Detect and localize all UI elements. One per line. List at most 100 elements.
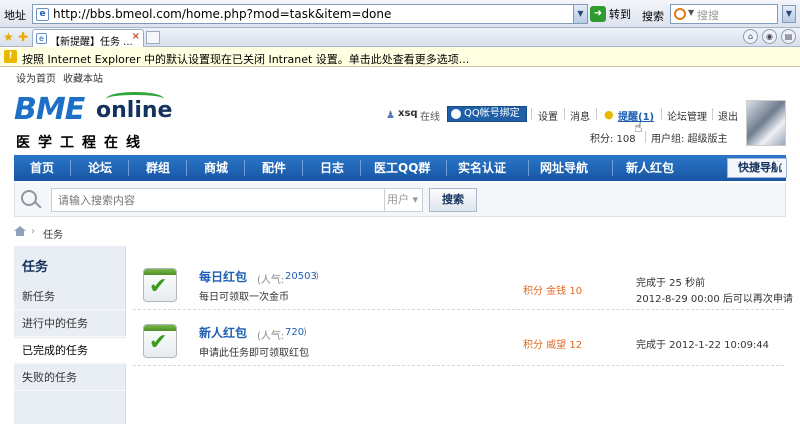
divider bbox=[661, 108, 662, 120]
url-field[interactable]: e http://bbs.bmeol.com/home.php?mod=task… bbox=[32, 4, 588, 24]
browser-tab-active[interactable]: e 【新提醒】任务 ... × bbox=[32, 29, 144, 48]
home-icon[interactable] bbox=[14, 226, 26, 236]
main-nav: 首页 论坛 群组 商城 配件 日志 医工QQ群 实名认证 网址导航 新人红包 快… bbox=[14, 155, 787, 181]
logout-link[interactable]: 退出 bbox=[718, 108, 738, 123]
task-name-link[interactable]: 每日红包 bbox=[199, 268, 247, 285]
nav-item-blog[interactable]: 日志 bbox=[320, 155, 344, 181]
set-homepage-link[interactable]: 设为首页 bbox=[16, 74, 56, 85]
logo-online: online bbox=[96, 98, 173, 123]
divider bbox=[712, 108, 713, 120]
task-row: ✔ 每日红包 (人气: 20503 ) 每日可领取一次金币 积分 金钱 10 完… bbox=[133, 262, 793, 310]
task-sidebar: 任务 新任务 进行中的任务 已完成的任务 失败的任务 bbox=[14, 246, 127, 424]
bookmark-site-link[interactable]: 收藏本站 bbox=[63, 74, 103, 85]
checkmark-icon: ✔ bbox=[149, 274, 168, 299]
task-reward: 积分 威望 12 bbox=[523, 340, 583, 351]
popularity-end: ) bbox=[315, 271, 319, 282]
search-button[interactable]: 搜索 bbox=[429, 188, 477, 212]
task-status: 完成于 2012-1-22 10:09:44 bbox=[636, 340, 770, 351]
browser-search-dropdown[interactable]: ▼ bbox=[782, 5, 796, 23]
divider bbox=[645, 131, 646, 143]
nav-item-qq-group[interactable]: 医工QQ群 bbox=[374, 155, 430, 181]
nav-divider bbox=[244, 160, 245, 176]
home-icon[interactable]: ⌂ bbox=[743, 29, 758, 44]
nav-item-red-packet[interactable]: 新人红包 bbox=[626, 155, 674, 181]
popularity-value: 20503 bbox=[285, 271, 317, 282]
new-tab-button[interactable] bbox=[146, 31, 160, 44]
user-icon: ♟ bbox=[386, 110, 395, 121]
nav-divider bbox=[446, 160, 447, 176]
search-input[interactable] bbox=[51, 188, 385, 212]
print-icon[interactable]: ▤ bbox=[781, 29, 796, 44]
nav-item-sites[interactable]: 网址导航 bbox=[540, 155, 588, 181]
qq-bind-button[interactable]: QQ帐号绑定 bbox=[447, 106, 527, 122]
logo-brand: BME bbox=[14, 92, 85, 127]
popularity-label: (人气: bbox=[257, 275, 285, 286]
sidebar-item-failed[interactable]: 失败的任务 bbox=[14, 365, 126, 391]
sidebar-item-in-progress[interactable]: 进行中的任务 bbox=[14, 311, 126, 337]
qq-icon bbox=[451, 109, 461, 119]
nav-divider bbox=[360, 160, 361, 176]
forum-admin-link[interactable]: 论坛管理 bbox=[667, 108, 707, 123]
username-link[interactable]: xsq bbox=[398, 108, 418, 122]
site-search-bar: 用户 ▾ 搜索 bbox=[14, 183, 786, 217]
divider bbox=[564, 108, 565, 120]
online-status: 在线 bbox=[420, 112, 440, 123]
popularity-end: ) bbox=[303, 327, 307, 338]
chevron-down-icon[interactable]: ▼ bbox=[775, 160, 781, 169]
task-complete-icon: ✔ bbox=[143, 268, 177, 302]
nav-item-home[interactable]: 首页 bbox=[30, 155, 54, 181]
task-name-link[interactable]: 新人红包 bbox=[199, 324, 247, 341]
divider bbox=[596, 108, 597, 120]
nav-item-groups[interactable]: 群组 bbox=[146, 155, 170, 181]
user-points: 积分: 108 bbox=[590, 134, 636, 145]
settings-link[interactable]: 设置 bbox=[538, 108, 558, 123]
nav-item-shop[interactable]: 商城 bbox=[204, 155, 228, 181]
checkmark-icon: ✔ bbox=[149, 330, 168, 355]
search-label: 搜索 bbox=[642, 10, 664, 23]
browser-search-input[interactable]: ▼ 搜搜 bbox=[670, 4, 778, 24]
address-label: 地址 bbox=[4, 9, 26, 22]
messages-link[interactable]: 消息 bbox=[570, 108, 590, 123]
chevron-down-icon: ▾ bbox=[412, 193, 419, 206]
breadcrumb-separator: › bbox=[31, 226, 35, 237]
divider bbox=[531, 108, 532, 120]
arrow-right-icon: ➜ bbox=[590, 6, 606, 22]
hand-cursor-icon: ☝ bbox=[634, 120, 643, 136]
nav-item-forum[interactable]: 论坛 bbox=[88, 155, 112, 181]
task-status-detail: 2012-8-29 00:00 后可以再次申请 bbox=[636, 294, 793, 305]
top-links: 设为首页 收藏本站 bbox=[16, 70, 110, 85]
avatar[interactable] bbox=[746, 100, 786, 146]
popularity-label: (人气: bbox=[257, 331, 285, 342]
go-button[interactable]: ➜ 转到 bbox=[590, 5, 631, 23]
task-row: ✔ 新人红包 (人气: 720 ) 申请此任务即可领取红包 积分 威望 12 完… bbox=[133, 318, 784, 366]
sidebar-item-completed[interactable]: 已完成的任务 bbox=[14, 338, 127, 364]
feeds-icon[interactable]: ◉ bbox=[762, 29, 777, 44]
site-logo[interactable]: BME online 医学工程在线 bbox=[14, 92, 174, 151]
page-favicon-icon: e bbox=[36, 8, 49, 21]
info-icon: ! bbox=[4, 50, 17, 63]
browser-toolbar-icons: ⌂ ◉ ▤ bbox=[743, 29, 796, 44]
tab-favicon-icon: e bbox=[36, 33, 47, 44]
url-text: http://bbs.bmeol.com/home.php?mod=task&i… bbox=[53, 7, 392, 21]
logo-subtitle: 医学工程在线 bbox=[16, 135, 148, 151]
browser-address-bar: 地址 e http://bbs.bmeol.com/home.php?mod=t… bbox=[0, 0, 800, 28]
sidebar-title: 任务 bbox=[22, 260, 49, 275]
info-bar[interactable]: ! 按照 Internet Explorer 中的默认设置现在已关闭 Intra… bbox=[0, 47, 800, 67]
breadcrumb[interactable]: 任务 bbox=[43, 226, 63, 241]
task-reward: 积分 金钱 10 bbox=[523, 286, 583, 297]
task-status: 完成于 25 秒前 bbox=[636, 278, 706, 289]
chevron-down-icon[interactable]: ▼ bbox=[688, 8, 694, 17]
task-description: 申请此任务即可领取红包 bbox=[199, 348, 309, 359]
browser-tab-bar: ★ ✚ e 【新提醒】任务 ... × ⌂ ◉ ▤ bbox=[0, 28, 800, 48]
nav-item-verify[interactable]: 实名认证 bbox=[458, 155, 506, 181]
popularity-value: 720 bbox=[285, 327, 305, 338]
nav-divider bbox=[128, 160, 129, 176]
nav-item-parts[interactable]: 配件 bbox=[262, 155, 286, 181]
chevron-down-icon[interactable]: ▼ bbox=[573, 5, 587, 23]
favorites-star-icon[interactable]: ★ bbox=[3, 30, 14, 44]
search-type-select[interactable]: 用户 ▾ bbox=[385, 188, 423, 212]
sidebar-item-new-tasks[interactable]: 新任务 bbox=[14, 284, 126, 310]
lightbulb-icon: ● bbox=[604, 108, 614, 121]
add-favorite-icon[interactable]: ✚ bbox=[18, 30, 28, 44]
close-icon[interactable]: × bbox=[132, 31, 140, 42]
